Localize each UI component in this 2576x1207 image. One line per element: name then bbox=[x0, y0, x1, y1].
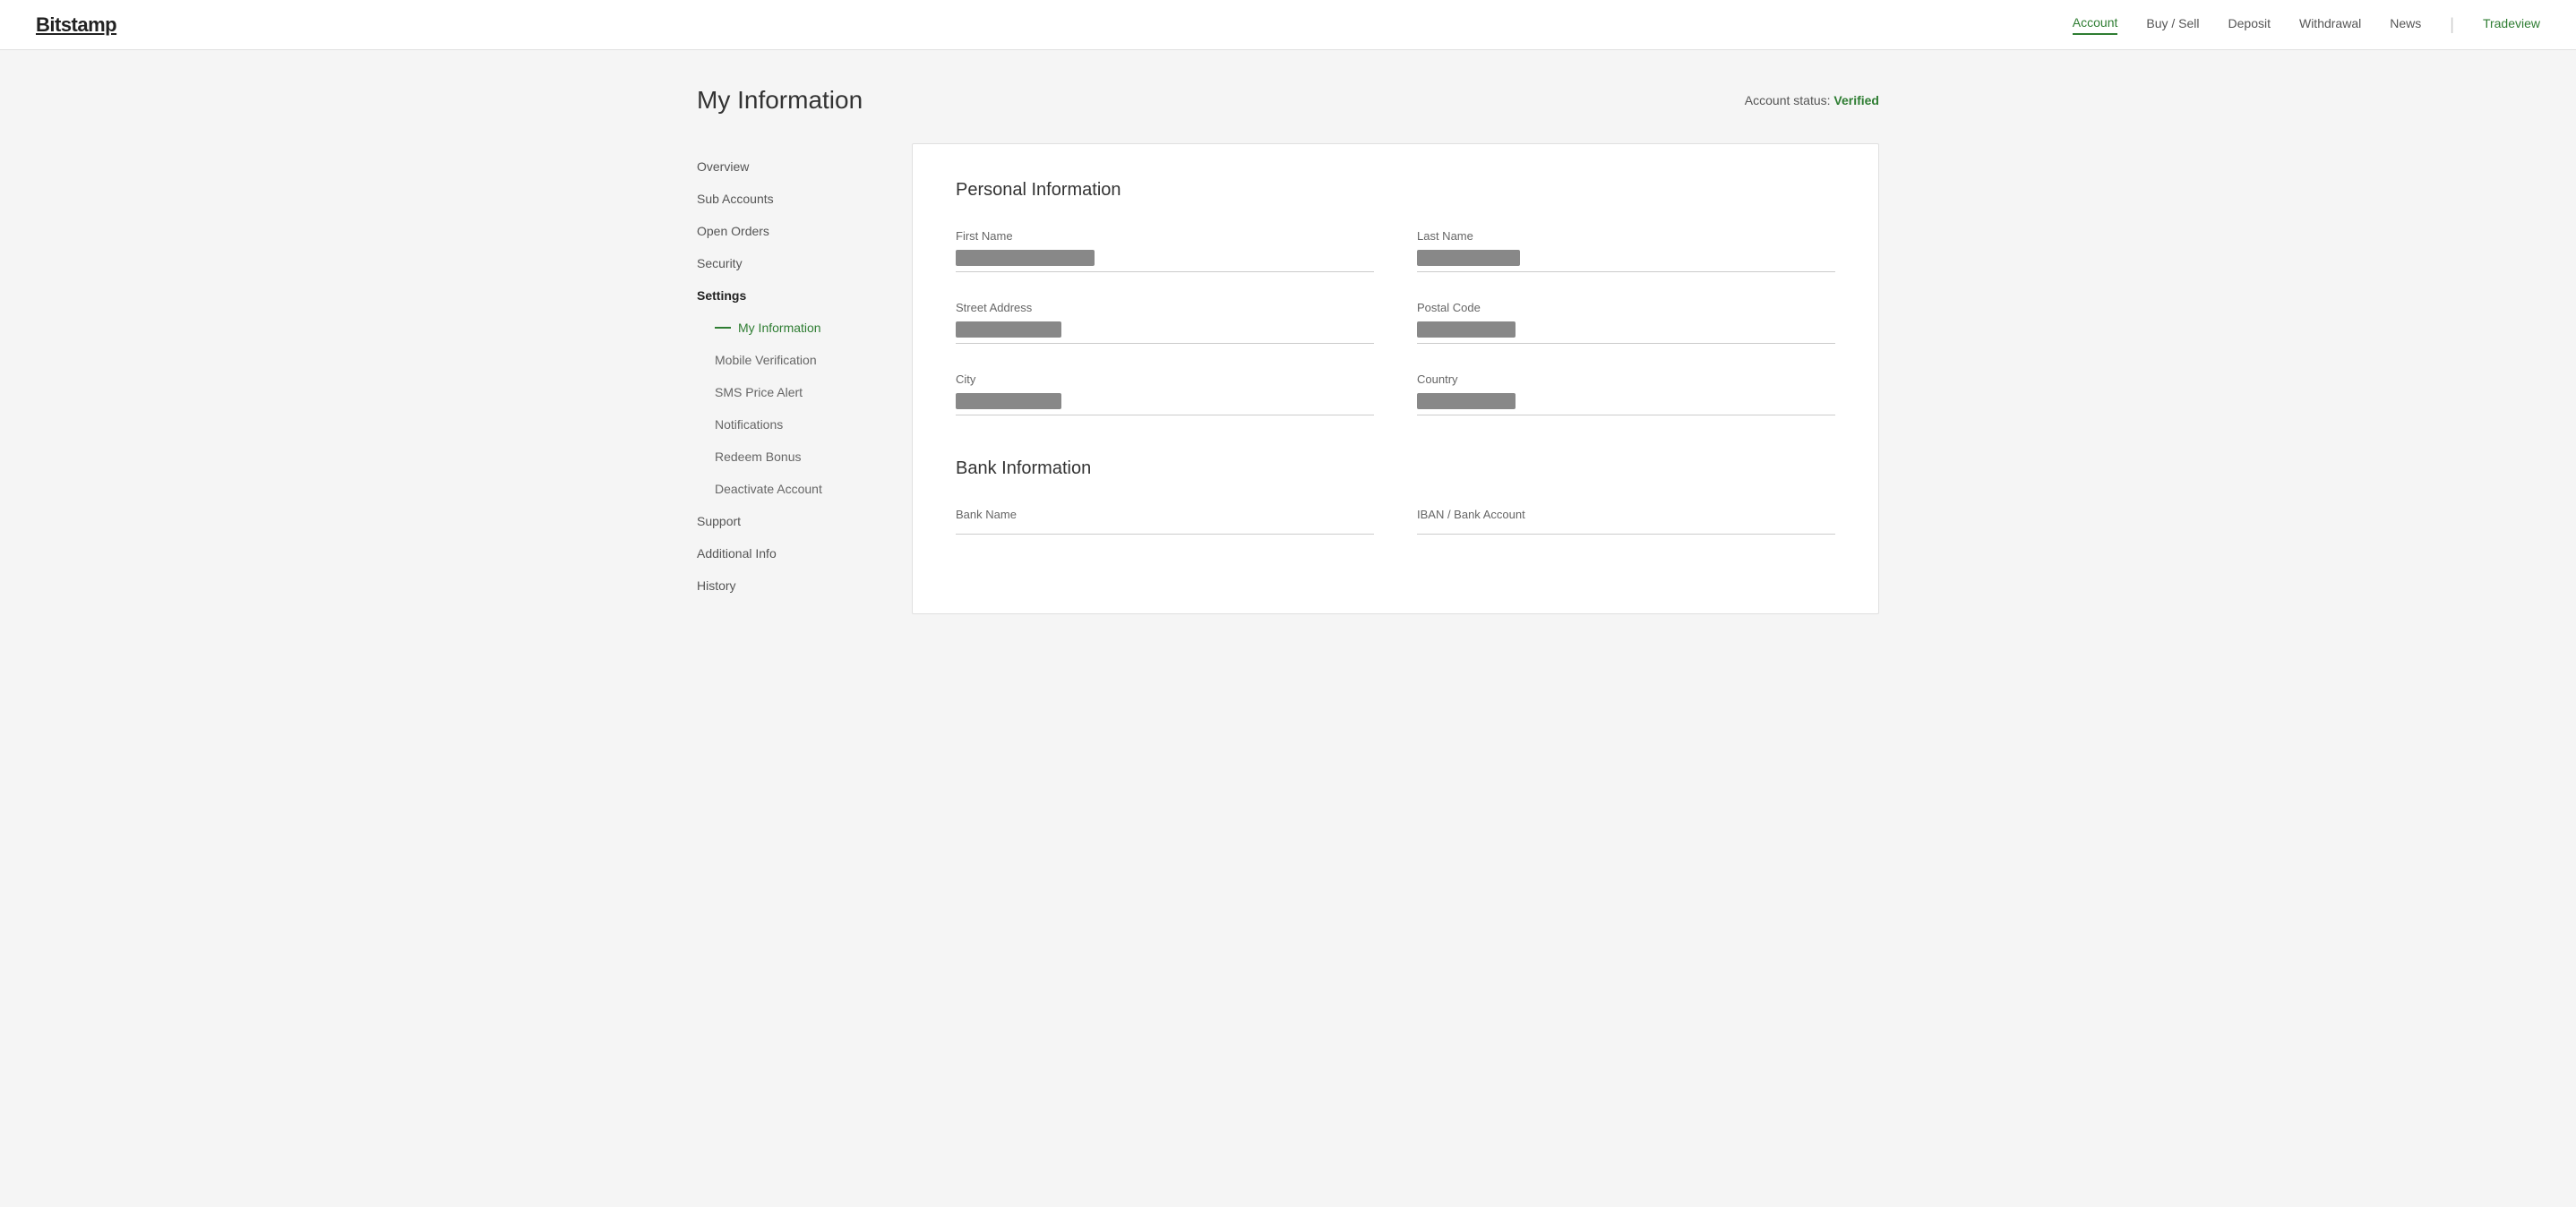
city-field: City bbox=[956, 372, 1374, 415]
nav-tradeview[interactable]: Tradeview bbox=[2483, 16, 2540, 34]
street-address-field: Street Address bbox=[956, 301, 1374, 344]
postal-code-input[interactable] bbox=[1417, 321, 1835, 344]
postal-code-label: Postal Code bbox=[1417, 301, 1835, 314]
first-name-mask bbox=[956, 250, 1095, 266]
site-header: Bitstamp Account Buy / Sell Deposit With… bbox=[0, 0, 2576, 50]
sidebar-item-additional-info[interactable]: Additional Info bbox=[697, 537, 912, 569]
sidebar-item-overview[interactable]: Overview bbox=[697, 150, 912, 183]
sidebar-item-settings[interactable]: Settings bbox=[697, 279, 912, 312]
nav-news[interactable]: News bbox=[2390, 16, 2421, 34]
page-header: My Information Account status: Verified bbox=[697, 86, 1879, 115]
sidebar-item-notifications[interactable]: Notifications bbox=[715, 408, 912, 441]
sidebar-item-open-orders[interactable]: Open Orders bbox=[697, 215, 912, 247]
sidebar-item-support[interactable]: Support bbox=[697, 505, 912, 537]
bank-name-field: Bank Name bbox=[956, 508, 1374, 535]
country-input[interactable] bbox=[1417, 393, 1835, 415]
logo[interactable]: Bitstamp bbox=[36, 13, 116, 37]
city-mask bbox=[956, 393, 1061, 409]
last-name-input[interactable] bbox=[1417, 250, 1835, 272]
bank-info-grid: Bank Name IBAN / Bank Account bbox=[956, 508, 1835, 535]
sidebar: Overview Sub Accounts Open Orders Securi… bbox=[697, 143, 912, 614]
iban-field: IBAN / Bank Account bbox=[1417, 508, 1835, 535]
nav-account[interactable]: Account bbox=[2073, 15, 2118, 35]
page-container: My Information Account status: Verified … bbox=[661, 50, 1915, 650]
city-label: City bbox=[956, 372, 1374, 386]
country-field: Country bbox=[1417, 372, 1835, 415]
sidebar-item-sub-accounts[interactable]: Sub Accounts bbox=[697, 183, 912, 215]
postal-code-mask bbox=[1417, 321, 1516, 338]
city-input[interactable] bbox=[956, 393, 1374, 415]
country-label: Country bbox=[1417, 372, 1835, 386]
sidebar-item-redeem-bonus[interactable]: Redeem Bonus bbox=[715, 441, 912, 473]
nav-divider: | bbox=[2450, 15, 2454, 34]
nav-withdrawal[interactable]: Withdrawal bbox=[2299, 16, 2361, 34]
account-status-value: Verified bbox=[1833, 93, 1879, 107]
first-name-field: First Name bbox=[956, 229, 1374, 272]
page-title: My Information bbox=[697, 86, 863, 115]
last-name-label: Last Name bbox=[1417, 229, 1835, 243]
last-name-mask bbox=[1417, 250, 1520, 266]
iban-input[interactable] bbox=[1417, 528, 1835, 535]
bank-name-label: Bank Name bbox=[956, 508, 1374, 521]
personal-info-title: Personal Information bbox=[956, 180, 1835, 201]
last-name-field: Last Name bbox=[1417, 229, 1835, 272]
nav-buy-sell[interactable]: Buy / Sell bbox=[2146, 16, 2199, 34]
sidebar-item-history[interactable]: History bbox=[697, 569, 912, 602]
sidebar-item-my-information[interactable]: My Information bbox=[715, 312, 912, 344]
personal-info-grid: First Name Last Name Street Address bbox=[956, 229, 1835, 415]
iban-label: IBAN / Bank Account bbox=[1417, 508, 1835, 521]
bank-info-title: Bank Information bbox=[956, 458, 1835, 479]
bank-name-input[interactable] bbox=[956, 528, 1374, 535]
account-status-label: Account status: bbox=[1745, 93, 1831, 107]
postal-code-field: Postal Code bbox=[1417, 301, 1835, 344]
sidebar-item-mobile-verification[interactable]: Mobile Verification bbox=[715, 344, 912, 376]
main-nav: Account Buy / Sell Deposit Withdrawal Ne… bbox=[2073, 15, 2540, 35]
sidebar-item-deactivate-account[interactable]: Deactivate Account bbox=[715, 473, 912, 505]
first-name-label: First Name bbox=[956, 229, 1374, 243]
country-mask bbox=[1417, 393, 1516, 409]
street-address-input[interactable] bbox=[956, 321, 1374, 344]
street-address-mask bbox=[956, 321, 1061, 338]
sidebar-submenu-settings: My Information Mobile Verification SMS P… bbox=[697, 312, 912, 505]
content-wrapper: Overview Sub Accounts Open Orders Securi… bbox=[697, 143, 1879, 614]
sidebar-item-security[interactable]: Security bbox=[697, 247, 912, 279]
sidebar-item-sms-price-alert[interactable]: SMS Price Alert bbox=[715, 376, 912, 408]
street-address-label: Street Address bbox=[956, 301, 1374, 314]
nav-deposit[interactable]: Deposit bbox=[2228, 16, 2271, 34]
account-status: Account status: Verified bbox=[1745, 93, 1879, 107]
main-content: Personal Information First Name Last Nam… bbox=[912, 143, 1879, 614]
active-indicator bbox=[715, 327, 731, 329]
first-name-input[interactable] bbox=[956, 250, 1374, 272]
